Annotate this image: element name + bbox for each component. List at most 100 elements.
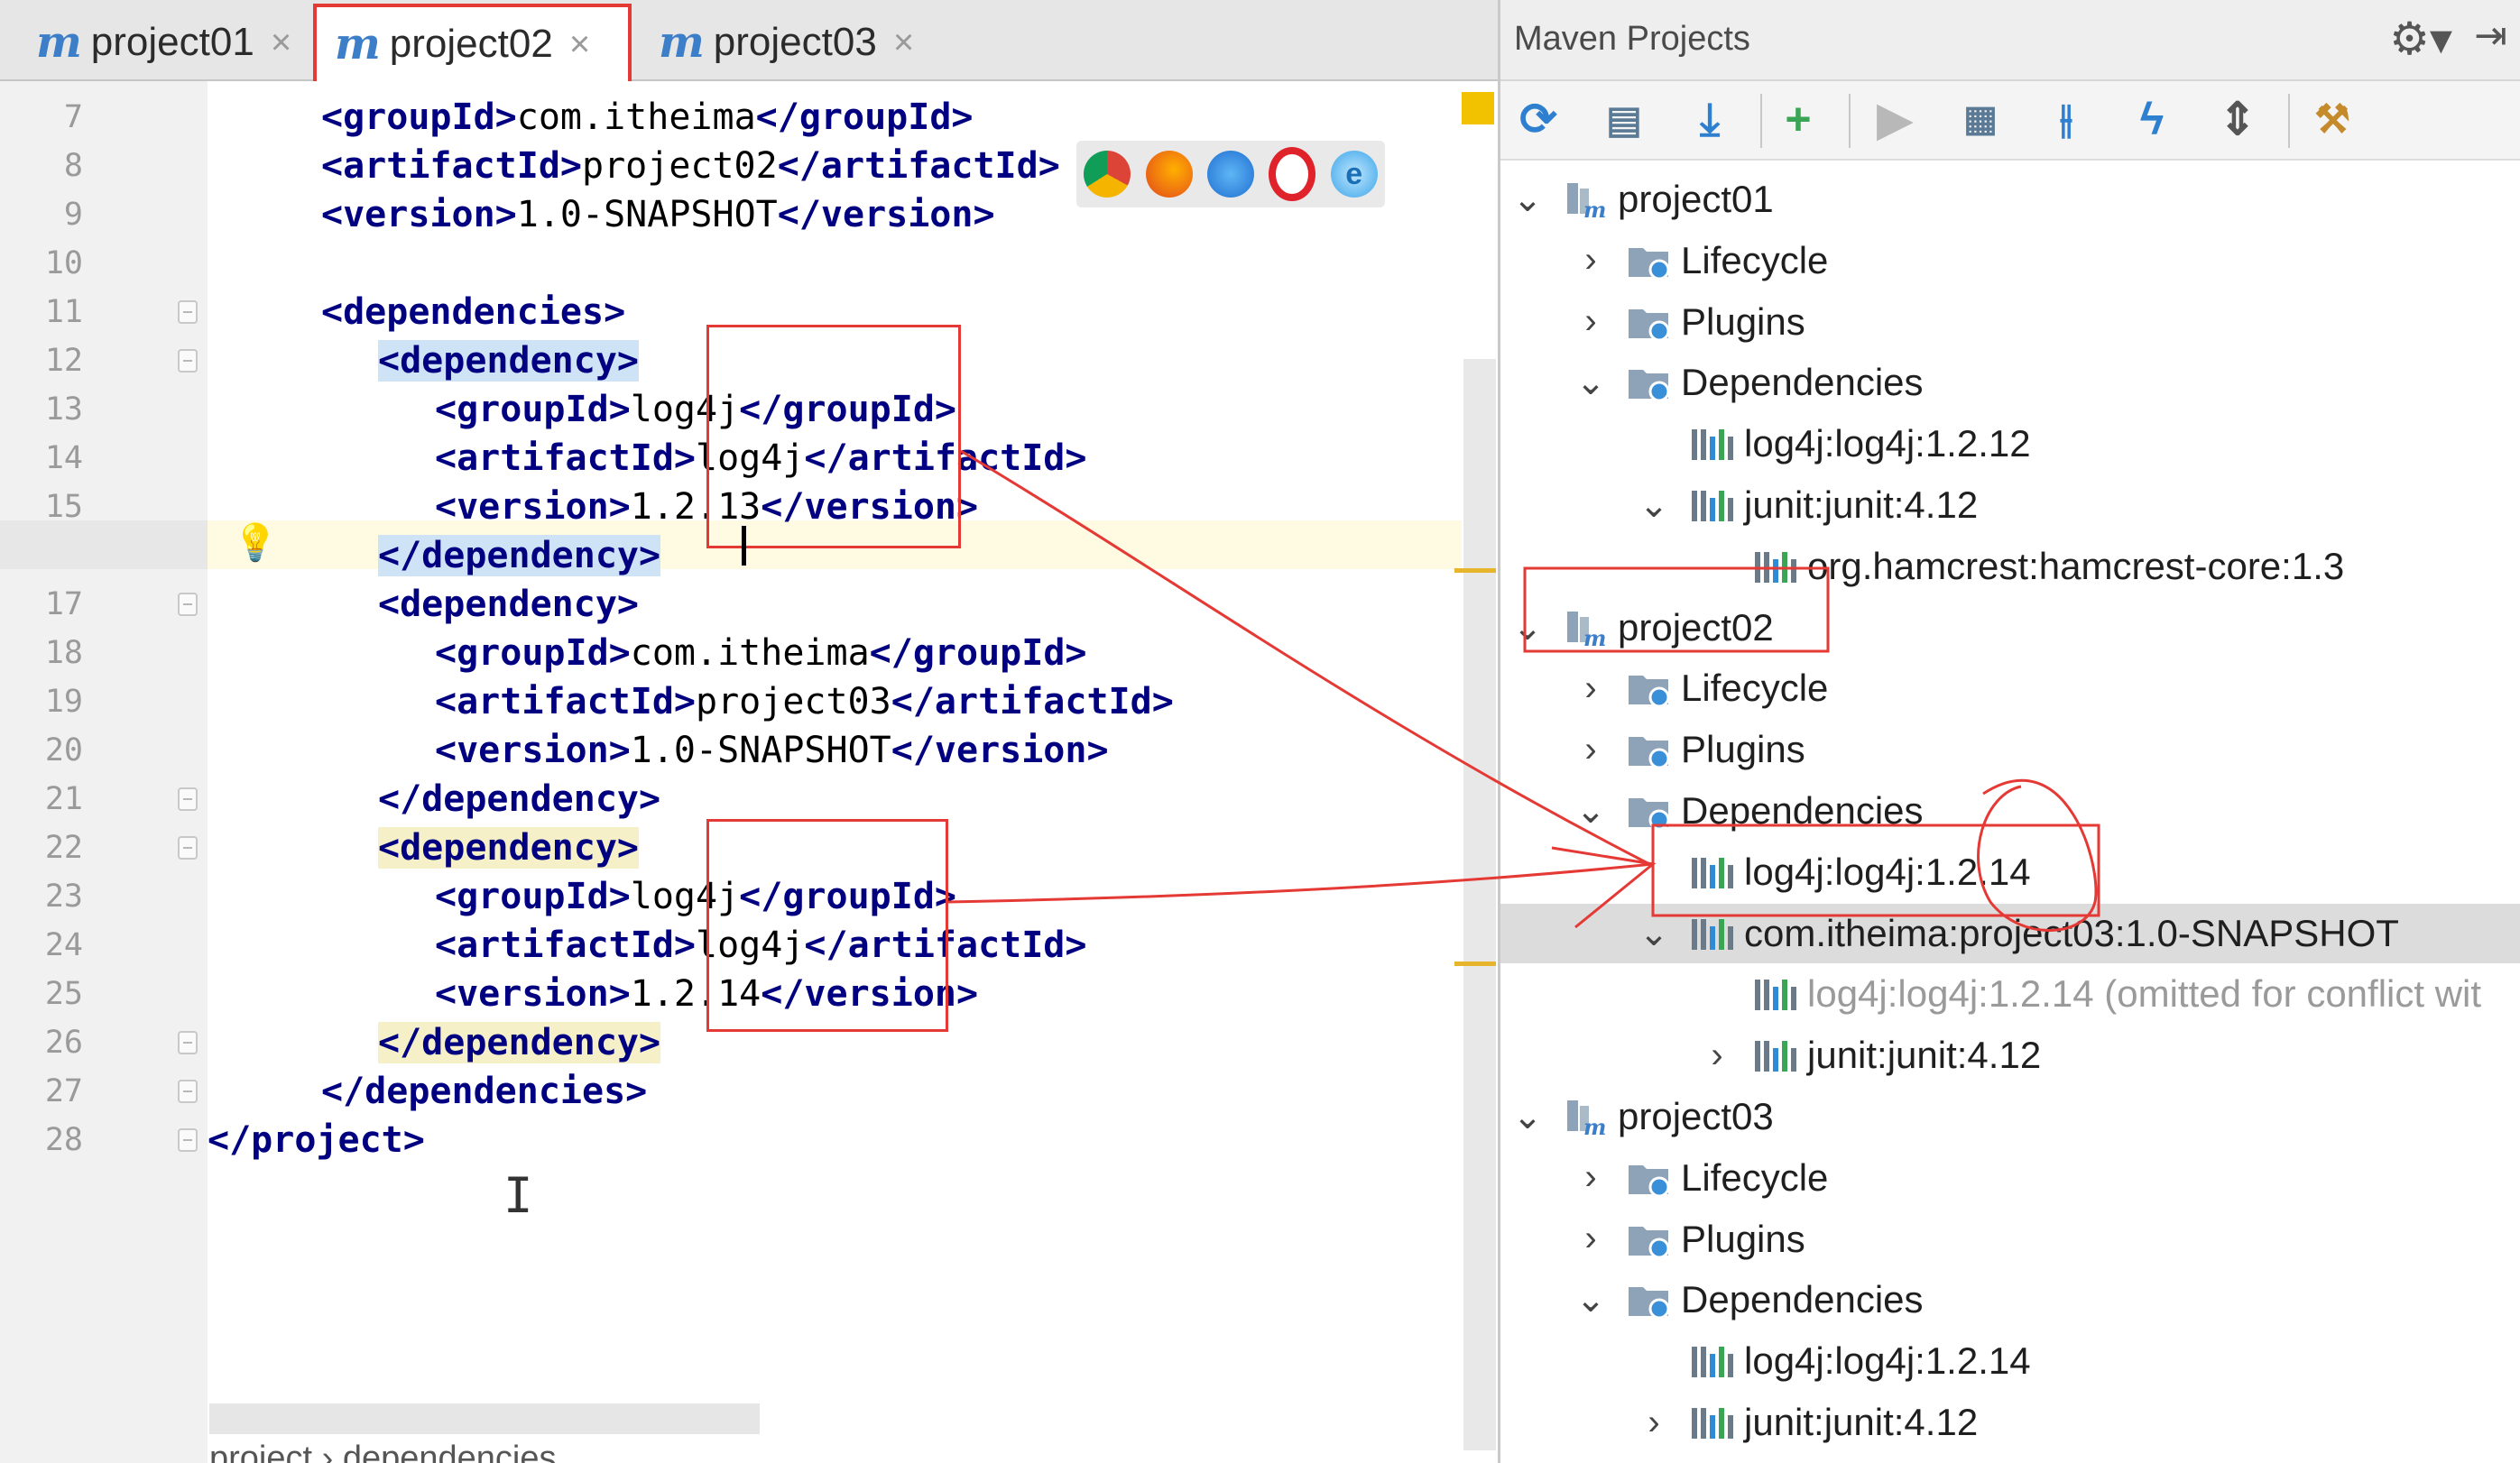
line-number-gutter[interactable]: 7891011121314151617181920212223242526272… [0,81,208,1463]
tree-item[interactable]: › Plugins [1500,292,2520,352]
safari-icon[interactable] [1206,151,1254,198]
tree-item[interactable]: ⌄ m project03 [1500,1087,2520,1146]
inspection-status-icon[interactable] [1462,92,1494,124]
chrome-icon[interactable] [1084,151,1131,198]
chevron-down-icon[interactable]: ⌄ [1573,1279,1609,1320]
fold-marker-icon[interactable] [178,1080,198,1103]
folder-icon [1627,363,1672,402]
chevron-down-icon[interactable]: ⌄ [1509,179,1546,220]
tree-item[interactable]: › Plugins [1500,720,2520,779]
chevron-down-icon[interactable]: ⌄ [1509,1096,1546,1137]
tree-item[interactable]: ⌄ m project01 [1500,170,2520,229]
fold-marker-icon[interactable] [178,787,198,811]
chevron-down-icon[interactable]: ⌄ [1573,362,1609,403]
lightbulb-icon[interactable]: 💡 [233,521,278,564]
chevron-right-icon[interactable]: › [1573,730,1609,770]
code-line[interactable]: </dependency> [378,1018,661,1067]
vertical-scrollbar[interactable] [1463,359,1496,1450]
add-icon[interactable]: + [1769,90,1827,148]
chevron-down-icon[interactable]: ⌄ [1573,790,1609,832]
breadcrumb[interactable]: project › dependencies [209,1440,556,1463]
ie-icon[interactable]: e [1330,151,1378,198]
chevron-right-icon[interactable]: › [1573,668,1609,709]
chevron-right-icon[interactable]: › [1573,1157,1609,1198]
code-line[interactable]: <groupId>com.itheima</groupId> [435,629,1086,677]
tree-item[interactable]: › Lifecycle [1500,1148,2520,1208]
code-line[interactable]: </dependency> [378,531,661,580]
fold-marker-icon[interactable] [178,1128,198,1152]
skip-tests-icon[interactable]: ϟ [2123,90,2181,148]
xml-tag: <artifactId> [435,681,696,722]
chevron-down-icon[interactable]: ⌄ [1636,484,1672,526]
gear-icon[interactable]: ⚙▾ [2389,13,2452,65]
tree-item[interactable]: › Lifecycle [1500,658,2520,718]
close-tab-icon[interactable]: × [569,24,590,65]
fold-marker-icon[interactable] [178,349,198,373]
horizontal-scrollbar[interactable] [209,1403,760,1434]
tree-item[interactable]: › Lifecycle [1500,231,2520,290]
tree-item[interactable]: log4j:log4j:1.2.12 [1500,414,2520,474]
tree-item[interactable]: ⌄ com.itheima:project03:1.0-SNAPSHOT [1500,903,2520,963]
tree-item[interactable]: log4j:log4j:1.2.14 [1500,1331,2520,1391]
chevron-right-icon[interactable]: › [1573,1219,1609,1259]
code-area[interactable]: <groupId>com.itheima</groupId> <artifactI… [208,81,1462,1434]
tree-item[interactable]: ⌄ Dependencies [1500,1270,2520,1330]
close-tab-icon[interactable]: × [271,23,291,63]
opera-icon[interactable] [1269,147,1316,201]
hide-panel-icon[interactable]: ⇥ [2474,13,2507,59]
collapse-all-icon[interactable]: ⇕ [2209,90,2266,148]
reimport-icon[interactable]: ⟳ [1509,90,1567,148]
fold-marker-icon[interactable] [178,836,198,860]
generate-sources-icon[interactable]: ▤ [1595,90,1653,148]
code-line[interactable]: <artifactId>project03</artifactId> [435,677,1174,726]
tree-item[interactable]: › junit:junit:4.12 [1500,1026,2520,1085]
code-line[interactable]: </project> [208,1116,425,1164]
close-tab-icon[interactable]: × [893,23,914,63]
code-line[interactable]: <dependency> [378,580,639,629]
code-line[interactable]: <dependencies> [321,288,625,336]
maven-projects-panel[interactable]: Maven Projects ⚙▾ ⇥ ⟳ ▤ ⤓ + ▶ ▦ ⫲ ϟ ⇕ ⚒ … [1500,0,2520,1463]
tab-project02[interactable]: m project02 × [313,4,632,81]
code-line[interactable]: <version>1.0-SNAPSHOT</version> [321,190,995,239]
fold-marker-icon[interactable] [178,593,198,616]
code-line[interactable]: <artifactId>project02</artifactId> [321,142,1060,190]
warning-stripe[interactable] [1454,568,1496,573]
execute-goal-icon[interactable]: ▦ [1952,90,2009,148]
tab-project03[interactable]: m project03 × [641,7,931,78]
tree-item[interactable]: log4j:log4j:1.2.14 [1500,842,2520,902]
fold-marker-icon[interactable] [178,300,198,324]
code-line[interactable]: <version>1.0-SNAPSHOT</version> [435,726,1109,775]
chevron-down-icon[interactable]: ⌄ [1636,913,1672,954]
code-line[interactable]: </dependency> [378,775,660,824]
toggle-offline-icon[interactable]: ⫲ [2037,90,2095,148]
xml-tag: </version> [777,194,995,235]
chevron-down-icon[interactable]: ⌄ [1509,607,1546,649]
chevron-right-icon[interactable]: › [1699,1035,1735,1076]
tree-item[interactable]: › Plugins [1500,1210,2520,1269]
chevron-right-icon[interactable]: › [1573,301,1609,342]
tree-item[interactable]: ⌄ Dependencies [1500,353,2520,412]
tree-item[interactable]: ⌄ Dependencies [1500,781,2520,841]
fold-marker-icon[interactable] [178,1031,198,1054]
maven-settings-icon[interactable]: ⚒ [2303,90,2361,148]
xml-tag: </artifactId> [777,145,1060,187]
code-line[interactable]: <dependency> [378,824,639,872]
xml-editor[interactable]: m project01 × m project02 × m project03 … [0,0,1500,1463]
firefox-icon[interactable] [1145,151,1193,198]
xml-tag: <groupId> [435,389,631,430]
tree-item[interactable]: ⌄ m project02 [1500,598,2520,658]
code-line[interactable]: <dependency> [378,336,639,385]
chevron-right-icon[interactable]: › [1573,240,1609,281]
line-number: 12 [44,343,83,379]
code-line[interactable]: <groupId>com.itheima</groupId> [321,93,973,142]
tree-item[interactable]: org.hamcrest:hamcrest-core:1.3 [1500,537,2520,596]
code-line[interactable]: </dependencies> [321,1067,647,1116]
warning-stripe[interactable] [1454,962,1496,966]
tab-project01[interactable]: m project01 × [18,7,309,78]
tree-item[interactable]: log4j:log4j:1.2.14 (omitted for conflict… [1500,964,2520,1024]
chevron-right-icon[interactable]: › [1636,1403,1672,1443]
run-icon[interactable]: ▶ [1866,90,1924,148]
tree-item[interactable]: › junit:junit:4.12 [1500,1393,2520,1452]
tree-item[interactable]: ⌄ junit:junit:4.12 [1500,475,2520,535]
download-icon[interactable]: ⤓ [1681,90,1739,148]
